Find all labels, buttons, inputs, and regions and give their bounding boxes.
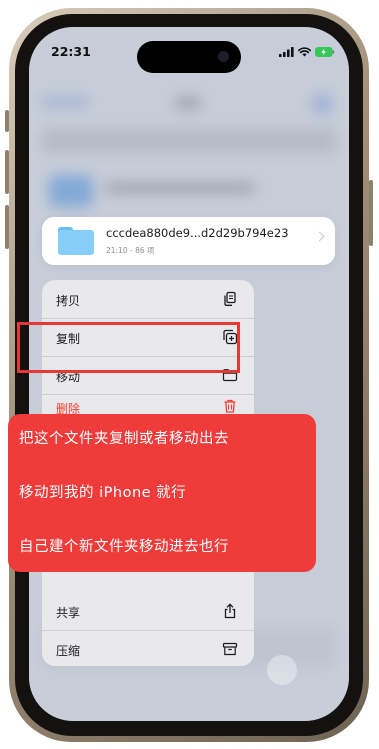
chevron-right-icon bbox=[314, 231, 325, 242]
menu-item-label: 拷贝 bbox=[56, 294, 81, 308]
file-name: cccdea880de9...d2d29b794e23 bbox=[106, 226, 289, 240]
dynamic-island bbox=[137, 41, 241, 73]
mute-switch bbox=[5, 110, 9, 132]
menu-item-share[interactable]: 共享 bbox=[42, 594, 254, 628]
floating-button bbox=[267, 655, 297, 685]
power-button bbox=[369, 180, 373, 246]
status-icons bbox=[279, 46, 335, 58]
doc-copy-icon bbox=[224, 291, 236, 306]
menu-item-compress[interactable]: 压缩 bbox=[42, 632, 254, 666]
volume-up-button bbox=[5, 150, 9, 194]
volume-down-button bbox=[5, 205, 9, 249]
trash-icon bbox=[224, 399, 236, 413]
menu-item-label: 共享 bbox=[56, 606, 81, 620]
status-bar: 22:31 bbox=[29, 27, 349, 73]
file-meta: 21:10 - 86 项 bbox=[106, 246, 155, 255]
menu-item-label: 压缩 bbox=[56, 644, 81, 658]
archive-box-icon bbox=[222, 642, 238, 656]
share-icon bbox=[224, 603, 236, 619]
instruction-line-3: 自己建个新文件夹移动进去也行 bbox=[19, 539, 229, 555]
wifi-icon bbox=[298, 47, 311, 57]
status-time: 22:31 bbox=[51, 44, 91, 59]
instruction-line-2: 移动到我的 iPhone 就行 bbox=[19, 485, 187, 501]
battery-charging-icon bbox=[315, 47, 335, 57]
move-highlight-box bbox=[17, 322, 240, 373]
instruction-line-1: 把这个文件夹复制或者移动出去 bbox=[19, 431, 229, 447]
folder-thumbnail-icon bbox=[58, 227, 94, 255]
file-preview-card[interactable]: cccdea880de9...d2d29b794e23 21:10 - 86 项 bbox=[42, 217, 335, 265]
menu-item-copy[interactable]: 拷贝 bbox=[42, 282, 254, 316]
screen: 22:31 cccdea880de9...d2d29b794e23 21:10 … bbox=[29, 27, 349, 721]
instruction-overlay: 把这个文件夹复制或者移动出去 移动到我的 iPhone 就行 自己建个新文件夹移… bbox=[8, 414, 316, 572]
cellular-signal-icon bbox=[279, 47, 294, 57]
front-camera bbox=[218, 51, 229, 62]
